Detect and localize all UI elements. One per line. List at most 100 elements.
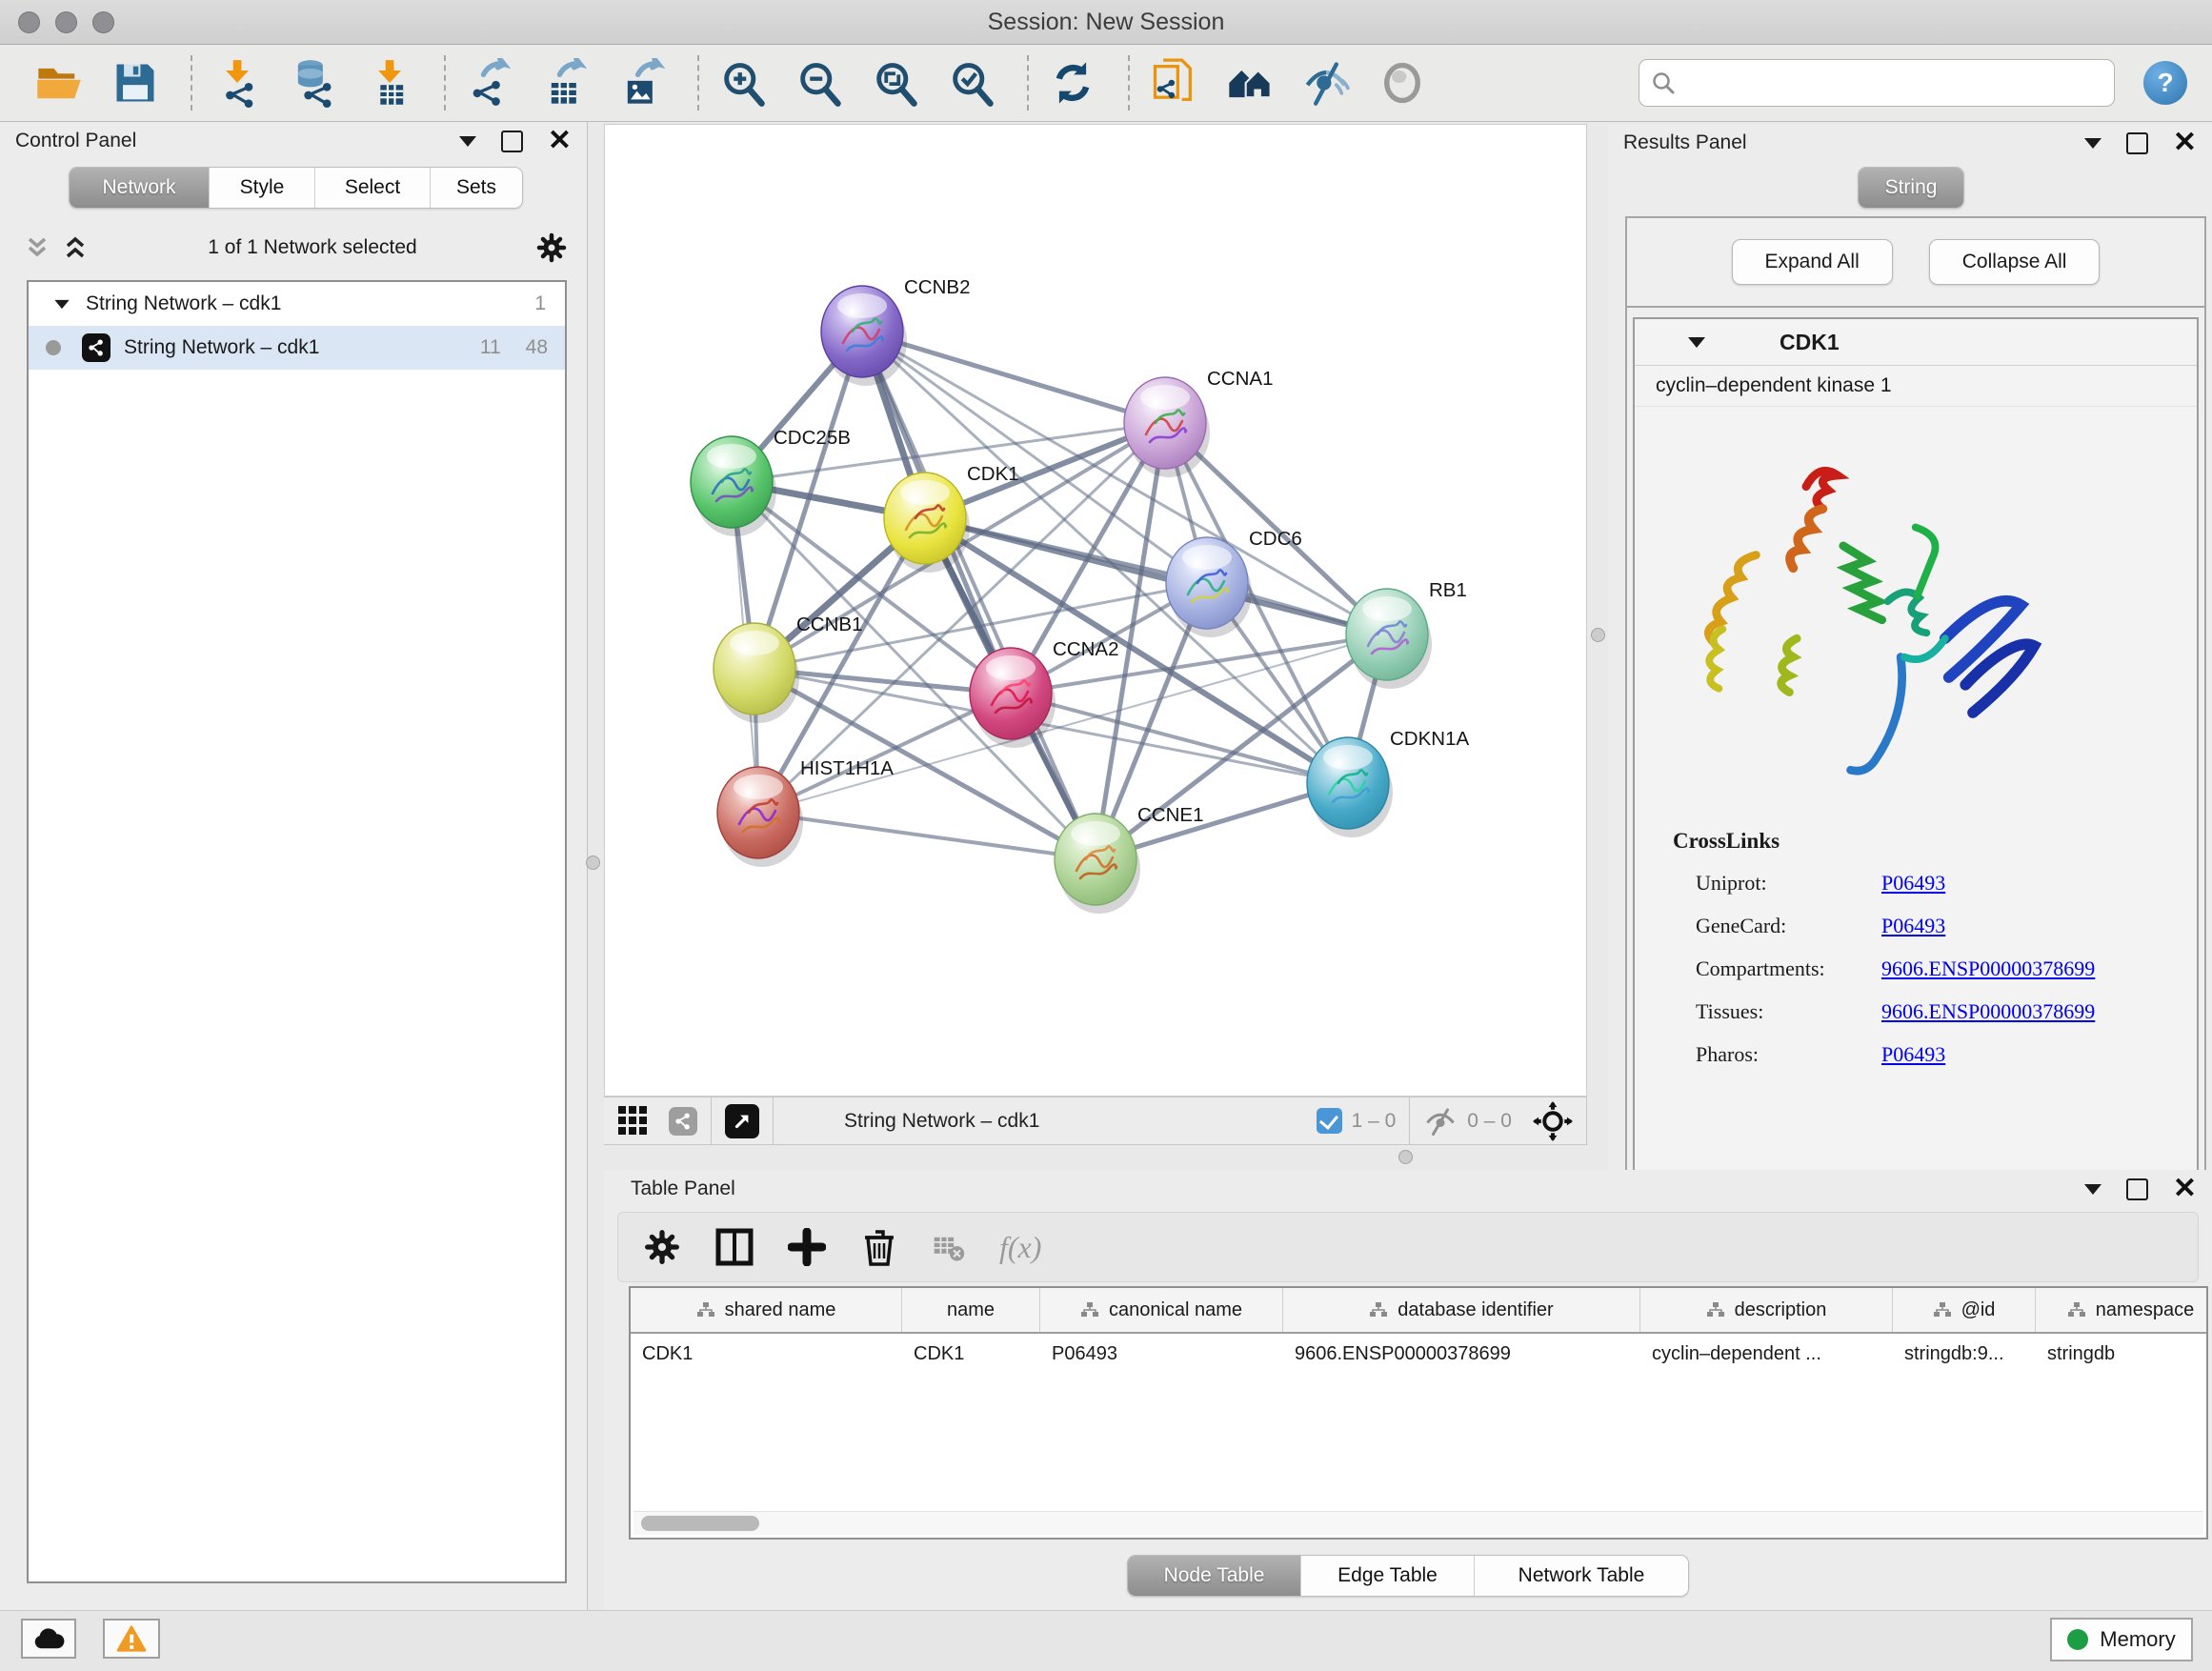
table-row[interactable]: CDK1 CDK1 P06493 9606.ENSP00000378699 cy…: [631, 1334, 2206, 1374]
cloud-status-button[interactable]: [21, 1619, 76, 1659]
tab-node-table[interactable]: Node Table: [1128, 1556, 1301, 1596]
crosslink-link[interactable]: P06493: [1881, 914, 1945, 938]
save-session-icon[interactable]: [111, 58, 160, 108]
network-graph[interactable]: CCNB2CCNA1CDC25BCDK1CDC6RB1CCNB1CCNA2CDK…: [605, 125, 1586, 1096]
memory-button[interactable]: Memory: [2050, 1618, 2193, 1661]
collapse-all-button[interactable]: Collapse All: [1929, 239, 2101, 285]
panel-close-icon[interactable]: ✕: [548, 131, 572, 151]
tab-sets[interactable]: Sets: [431, 168, 522, 208]
import-table-icon[interactable]: [364, 58, 413, 108]
network-edge[interactable]: [758, 813, 1096, 859]
gene-expand-icon[interactable]: [1688, 337, 1705, 348]
panel-float-icon[interactable]: [2126, 132, 2148, 154]
crosslink-link[interactable]: 9606.ENSP00000378699: [1881, 999, 2095, 1024]
table-options-gear-icon[interactable]: [643, 1228, 681, 1266]
panel-close-icon[interactable]: ✕: [2173, 133, 2197, 152]
collection-expand-icon[interactable]: [54, 299, 69, 308]
refresh-icon[interactable]: [1048, 58, 1097, 108]
crosslink-link[interactable]: P06493: [1881, 1042, 1945, 1067]
column-header[interactable]: name: [902, 1288, 1040, 1332]
splitter-handle[interactable]: [1398, 1150, 1413, 1164]
hide-eye-icon[interactable]: [1301, 58, 1351, 108]
tab-network[interactable]: Network: [70, 168, 210, 208]
help-button[interactable]: ?: [2143, 61, 2187, 105]
open-in-browser-icon[interactable]: [725, 1104, 759, 1138]
zoom-out-icon[interactable]: [794, 58, 844, 108]
cell-shared-name[interactable]: CDK1: [631, 1334, 902, 1374]
network-row[interactable]: String Network – cdk1 11 48: [29, 326, 565, 370]
open-session-icon[interactable]: [34, 58, 84, 108]
network-node[interactable]: CCNE1: [1055, 804, 1204, 914]
add-column-icon[interactable]: [788, 1228, 826, 1266]
network-edge[interactable]: [1011, 694, 1348, 783]
cell-description[interactable]: cyclin–dependent ...: [1640, 1334, 1893, 1374]
splitter-handle[interactable]: [1591, 628, 1605, 642]
home-icon[interactable]: [1225, 58, 1275, 108]
fit-content-crosshair-icon[interactable]: [1533, 1101, 1573, 1141]
cell-namespace[interactable]: stringdb: [2036, 1334, 2208, 1374]
network-node[interactable]: CCNA1: [1124, 368, 1274, 477]
panel-menu-icon[interactable]: [2084, 1184, 2101, 1195]
panel-menu-icon[interactable]: [459, 136, 476, 147]
table-horizontal-scrollbar[interactable]: [633, 1511, 2203, 1535]
panel-close-icon[interactable]: ✕: [2173, 1179, 2197, 1198]
show-columns-icon[interactable]: [715, 1228, 754, 1266]
tab-edge-table[interactable]: Edge Table: [1301, 1556, 1475, 1596]
column-header[interactable]: shared name: [631, 1288, 902, 1332]
crosslink-link[interactable]: 9606.ENSP00000378699: [1881, 956, 2095, 981]
cell-canonical-name[interactable]: P06493: [1040, 1334, 1283, 1374]
export-network-icon[interactable]: [465, 58, 514, 108]
expand-all-button[interactable]: Expand All: [1732, 239, 1893, 285]
crosslink-link[interactable]: P06493: [1881, 871, 1945, 896]
network-node[interactable]: RB1: [1346, 579, 1467, 689]
tab-select[interactable]: Select: [315, 168, 431, 208]
gene-section-header[interactable]: CDK1: [1635, 319, 2197, 366]
network-edge[interactable]: [862, 332, 1096, 859]
network-options-gear-icon[interactable]: [535, 232, 568, 264]
column-header[interactable]: database identifier: [1283, 1288, 1640, 1332]
collapse-all-icon[interactable]: [23, 233, 51, 262]
tab-style[interactable]: Style: [210, 168, 315, 208]
export-image-icon[interactable]: [617, 58, 667, 108]
cell-id[interactable]: stringdb:9...: [1893, 1334, 2036, 1374]
network-node[interactable]: CDKN1A: [1307, 728, 1469, 837]
network-node[interactable]: CDK1: [884, 463, 1019, 573]
search-input[interactable]: [1685, 70, 2114, 95]
network-node[interactable]: CCNB2: [821, 276, 971, 386]
scrollbar-thumb[interactable]: [641, 1516, 759, 1531]
string-settings-icon[interactable]: [669, 1107, 697, 1136]
network-edge[interactable]: [925, 518, 1387, 634]
expand-all-icon[interactable]: [61, 233, 90, 262]
network-canvas[interactable]: CCNB2CCNA1CDC25BCDK1CDC6RB1CCNB1CCNA2CDK…: [604, 124, 1587, 1097]
zoom-selected-icon[interactable]: [947, 58, 996, 108]
network-node[interactable]: HIST1H1A: [717, 757, 894, 867]
delete-column-icon[interactable]: [860, 1228, 898, 1266]
cell-database-identifier[interactable]: 9606.ENSP00000378699: [1283, 1334, 1640, 1374]
warning-status-button[interactable]: [103, 1619, 160, 1659]
zoom-in-icon[interactable]: [718, 58, 768, 108]
birdseye-grid-icon[interactable]: [617, 1105, 654, 1137]
column-header[interactable]: description: [1640, 1288, 1893, 1332]
tab-network-table[interactable]: Network Table: [1475, 1556, 1688, 1596]
network-collection-row[interactable]: String Network – cdk1 1: [29, 282, 565, 326]
tab-string[interactable]: String: [1859, 168, 1963, 208]
network-node[interactable]: CDC6: [1166, 528, 1302, 637]
splitter-handle[interactable]: [586, 856, 600, 870]
column-header[interactable]: canonical name: [1040, 1288, 1283, 1332]
show-eye-icon[interactable]: [1377, 58, 1427, 108]
cell-name[interactable]: CDK1: [902, 1334, 1040, 1374]
column-header[interactable]: @id: [1893, 1288, 2036, 1332]
network-node[interactable]: CCNA2: [970, 638, 1119, 748]
panel-float-icon[interactable]: [2126, 1178, 2148, 1200]
string-documents-icon[interactable]: [1149, 58, 1198, 108]
selected-nodes-checkbox-icon[interactable]: [1317, 1108, 1342, 1134]
network-node[interactable]: CDC25B: [691, 427, 851, 536]
export-table-icon[interactable]: [541, 58, 591, 108]
panel-float-icon[interactable]: [501, 131, 523, 152]
panel-menu-icon[interactable]: [2084, 138, 2101, 149]
import-network-file-icon[interactable]: [211, 58, 261, 108]
column-header[interactable]: namespace: [2036, 1288, 2208, 1332]
network-edge[interactable]: [862, 332, 1165, 423]
zoom-fit-icon[interactable]: [871, 58, 920, 108]
import-network-database-icon[interactable]: [288, 58, 337, 108]
